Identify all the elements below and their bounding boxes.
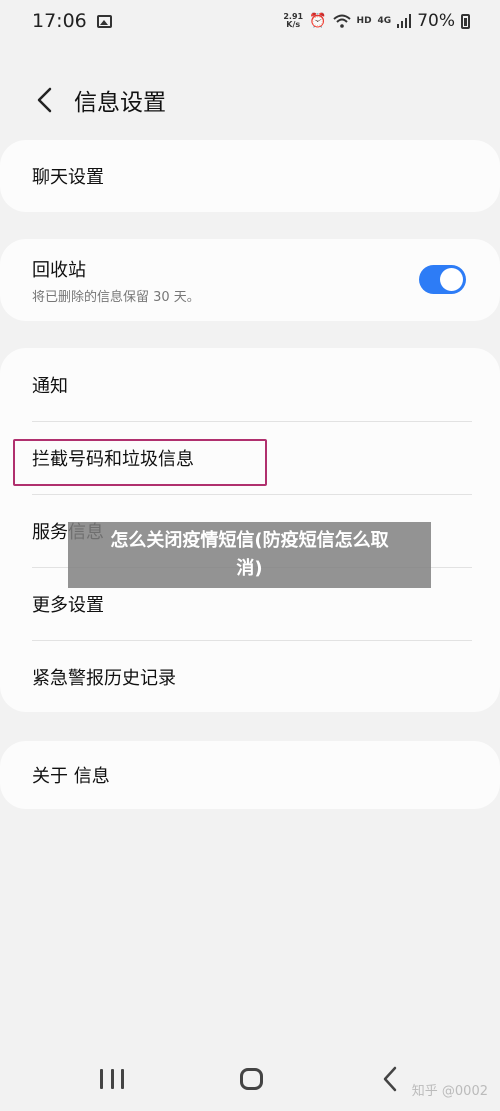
more-settings-label: 更多设置: [32, 594, 104, 616]
notifications-label: 通知: [32, 375, 68, 397]
chat-settings-item[interactable]: 聊天设置: [0, 140, 500, 212]
alarm-icon: ⏰: [309, 13, 327, 29]
nav-back-icon[interactable]: [380, 1066, 402, 1092]
emergency-alerts-history-label: 紧急警报历史记录: [32, 667, 176, 689]
status-right: 2.91 K/s ⏰ HD 4G 70%: [283, 11, 470, 31]
chat-settings-label: 聊天设置: [32, 167, 104, 188]
watermark: 知乎 @0002: [411, 1084, 488, 1099]
highlight-box: [13, 439, 267, 486]
back-icon[interactable]: [32, 86, 60, 114]
recycle-bin-toggle[interactable]: [419, 265, 466, 294]
toggle-knob: [440, 268, 463, 291]
signal-icon: [397, 14, 412, 28]
status-time: 17:06: [32, 10, 87, 32]
network-type: 4G: [377, 16, 392, 26]
recycle-bin-card: 回收站 将已删除的信息保留 30 天。: [0, 239, 500, 321]
notifications-item[interactable]: 通知: [0, 348, 500, 421]
net-speed-unit: K/s: [286, 20, 301, 29]
battery-percent: 70%: [417, 11, 455, 31]
overlay-line-1: 怎么关闭疫情短信(防疫短信怎么取: [110, 530, 389, 551]
wifi-icon: [332, 14, 351, 28]
hd-badge: HD: [356, 16, 372, 26]
net-speed: 2.91 K/s: [283, 13, 303, 29]
gallery-icon: [96, 14, 112, 28]
chat-settings-card: 聊天设置: [0, 140, 500, 212]
overlay-line-2: 消): [236, 558, 263, 579]
recent-apps-icon[interactable]: [100, 1069, 124, 1089]
overlay-caption: 怎么关闭疫情短信(防疫短信怎么取 消): [68, 522, 431, 588]
about-label: 关于 信息: [32, 766, 110, 787]
recycle-bin-item[interactable]: 回收站 将已删除的信息保留 30 天。: [0, 239, 500, 321]
recycle-bin-subtitle: 将已删除的信息保留 30 天。: [32, 289, 200, 305]
status-bar: 17:06 2.91 K/s ⏰ HD 4G 70%: [0, 0, 500, 42]
recycle-bin-title: 回收站: [32, 259, 86, 281]
battery-icon: [461, 13, 470, 29]
page-title: 信息设置: [74, 90, 166, 116]
emergency-alerts-history-item[interactable]: 紧急警报历史记录: [0, 640, 500, 713]
header: 信息设置: [0, 75, 500, 125]
about-item[interactable]: 关于 信息: [0, 741, 500, 809]
about-card: 关于 信息: [0, 741, 500, 809]
home-icon[interactable]: [240, 1068, 263, 1090]
status-left: 17:06: [32, 10, 112, 32]
